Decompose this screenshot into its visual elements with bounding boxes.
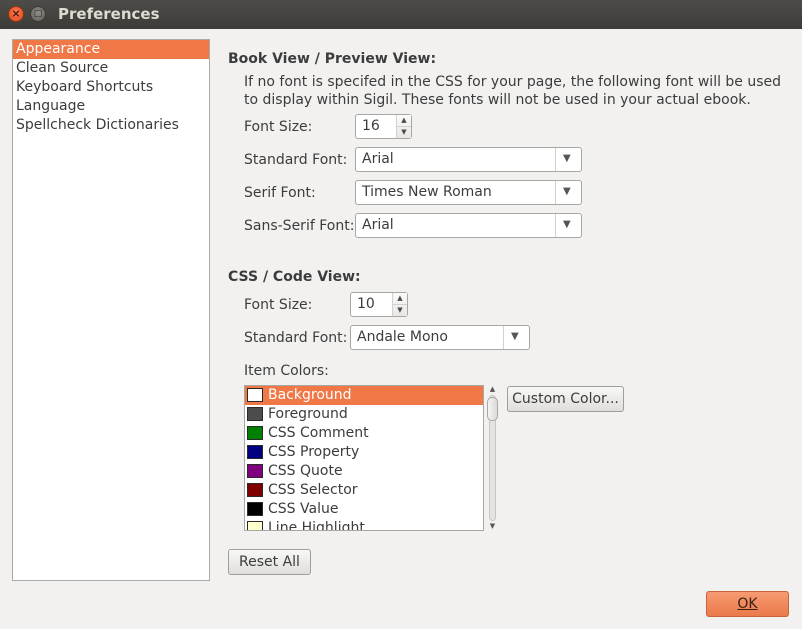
list-item[interactable]: Line Highlight bbox=[245, 519, 483, 531]
book-sans-serif-font-combo[interactable]: Arial ▼ bbox=[355, 213, 582, 238]
scroll-up-icon[interactable]: ▲ bbox=[488, 385, 497, 394]
spin-arrows: ▲ ▼ bbox=[396, 115, 411, 138]
list-item-label: CSS Comment bbox=[268, 425, 369, 441]
book-serif-font-combo[interactable]: Times New Roman ▼ bbox=[355, 180, 582, 205]
custom-color-button[interactable]: Custom Color... bbox=[507, 386, 624, 412]
scroll-thumb[interactable] bbox=[487, 397, 498, 421]
list-item-label: CSS Property bbox=[268, 444, 360, 460]
spin-up-icon[interactable]: ▲ bbox=[397, 115, 411, 127]
chevron-down-icon: ▼ bbox=[511, 331, 519, 342]
sidebar-item-language[interactable]: Language bbox=[13, 97, 209, 116]
list-item[interactable]: CSS Property bbox=[245, 443, 483, 462]
list-item-label: Foreground bbox=[268, 406, 348, 422]
window-title: Preferences bbox=[58, 5, 160, 23]
spin-down-icon[interactable]: ▼ bbox=[393, 305, 407, 316]
reset-all-button[interactable]: Reset All bbox=[228, 549, 311, 575]
maximize-icon[interactable]: □ bbox=[30, 6, 46, 22]
chevron-down-icon: ▼ bbox=[563, 186, 571, 197]
spin-up-icon[interactable]: ▲ bbox=[393, 293, 407, 305]
item-colors-list[interactable]: Background Foreground CSS Comment CSS Pr… bbox=[244, 385, 484, 531]
code-font-size-spinbox[interactable]: 10 ▲ ▼ bbox=[350, 292, 408, 317]
list-item-label: Line Highlight bbox=[268, 520, 365, 531]
list-item-label: CSS Selector bbox=[268, 482, 358, 498]
book-font-size-spinbox[interactable]: 16 ▲ ▼ bbox=[355, 114, 412, 139]
dropdown-arrow: ▼ bbox=[503, 326, 529, 349]
code-standard-font-combo[interactable]: Andale Mono ▼ bbox=[350, 325, 530, 350]
code-font-size-value: 10 bbox=[357, 296, 375, 312]
color-swatch bbox=[247, 483, 263, 497]
book-standard-font-combo[interactable]: Arial ▼ bbox=[355, 147, 582, 172]
code-font-size-label: Font Size: bbox=[244, 297, 313, 313]
code-standard-font-label: Standard Font: bbox=[244, 330, 348, 346]
dropdown-arrow: ▼ bbox=[555, 148, 581, 171]
color-swatch bbox=[247, 426, 263, 440]
list-item-label: CSS Quote bbox=[268, 463, 343, 479]
list-item[interactable]: Background bbox=[245, 386, 483, 405]
color-swatch bbox=[247, 445, 263, 459]
dialog-content: Appearance Clean Source Keyboard Shortcu… bbox=[0, 29, 802, 629]
book-sans-serif-font-label: Sans-Serif Font: bbox=[244, 218, 355, 234]
scroll-down-icon[interactable]: ▼ bbox=[488, 522, 497, 531]
title-bar: × □ Preferences bbox=[0, 0, 802, 29]
close-icon[interactable]: × bbox=[8, 6, 24, 22]
color-swatch bbox=[247, 464, 263, 478]
list-item-label: Background bbox=[268, 387, 352, 403]
book-font-size-label: Font Size: bbox=[244, 119, 313, 135]
color-swatch bbox=[247, 407, 263, 421]
ok-button-label: OK bbox=[737, 596, 758, 612]
dropdown-arrow: ▼ bbox=[555, 214, 581, 237]
spin-arrows: ▲ ▼ bbox=[392, 293, 407, 316]
book-sans-serif-font-value: Arial bbox=[362, 217, 394, 233]
book-standard-font-value: Arial bbox=[362, 151, 394, 167]
sidebar-item-appearance[interactable]: Appearance bbox=[13, 40, 209, 59]
item-colors-scrollbar[interactable]: ▲ ▼ bbox=[486, 385, 499, 531]
list-item-label: CSS Value bbox=[268, 501, 339, 517]
ok-button[interactable]: OK bbox=[706, 591, 789, 617]
code-standard-font-value: Andale Mono bbox=[357, 329, 448, 345]
sidebar-item-keyboard-shortcuts[interactable]: Keyboard Shortcuts bbox=[13, 78, 209, 97]
list-item[interactable]: Foreground bbox=[245, 405, 483, 424]
list-item[interactable]: CSS Quote bbox=[245, 462, 483, 481]
book-view-heading: Book View / Preview View: bbox=[228, 51, 437, 67]
color-swatch bbox=[247, 502, 263, 516]
chevron-down-icon: ▼ bbox=[563, 219, 571, 230]
chevron-down-icon: ▼ bbox=[563, 153, 571, 164]
book-serif-font-value: Times New Roman bbox=[362, 184, 492, 200]
book-standard-font-label: Standard Font: bbox=[244, 152, 348, 168]
book-font-size-value: 16 bbox=[362, 118, 380, 134]
color-swatch bbox=[247, 388, 263, 402]
book-serif-font-label: Serif Font: bbox=[244, 185, 316, 201]
sidebar-item-clean-source[interactable]: Clean Source bbox=[13, 59, 209, 78]
sidebar-item-spellcheck-dictionaries[interactable]: Spellcheck Dictionaries bbox=[13, 116, 209, 135]
spin-down-icon[interactable]: ▼ bbox=[397, 127, 411, 138]
code-view-heading: CSS / Code View: bbox=[228, 269, 361, 285]
list-item[interactable]: CSS Comment bbox=[245, 424, 483, 443]
list-item[interactable]: CSS Selector bbox=[245, 481, 483, 500]
list-item[interactable]: CSS Value bbox=[245, 500, 483, 519]
dropdown-arrow: ▼ bbox=[555, 181, 581, 204]
item-colors-label: Item Colors: bbox=[244, 363, 329, 379]
color-swatch bbox=[247, 521, 263, 530]
sidebar: Appearance Clean Source Keyboard Shortcu… bbox=[12, 39, 210, 581]
book-view-description: If no font is specifed in the CSS for yo… bbox=[244, 74, 782, 108]
